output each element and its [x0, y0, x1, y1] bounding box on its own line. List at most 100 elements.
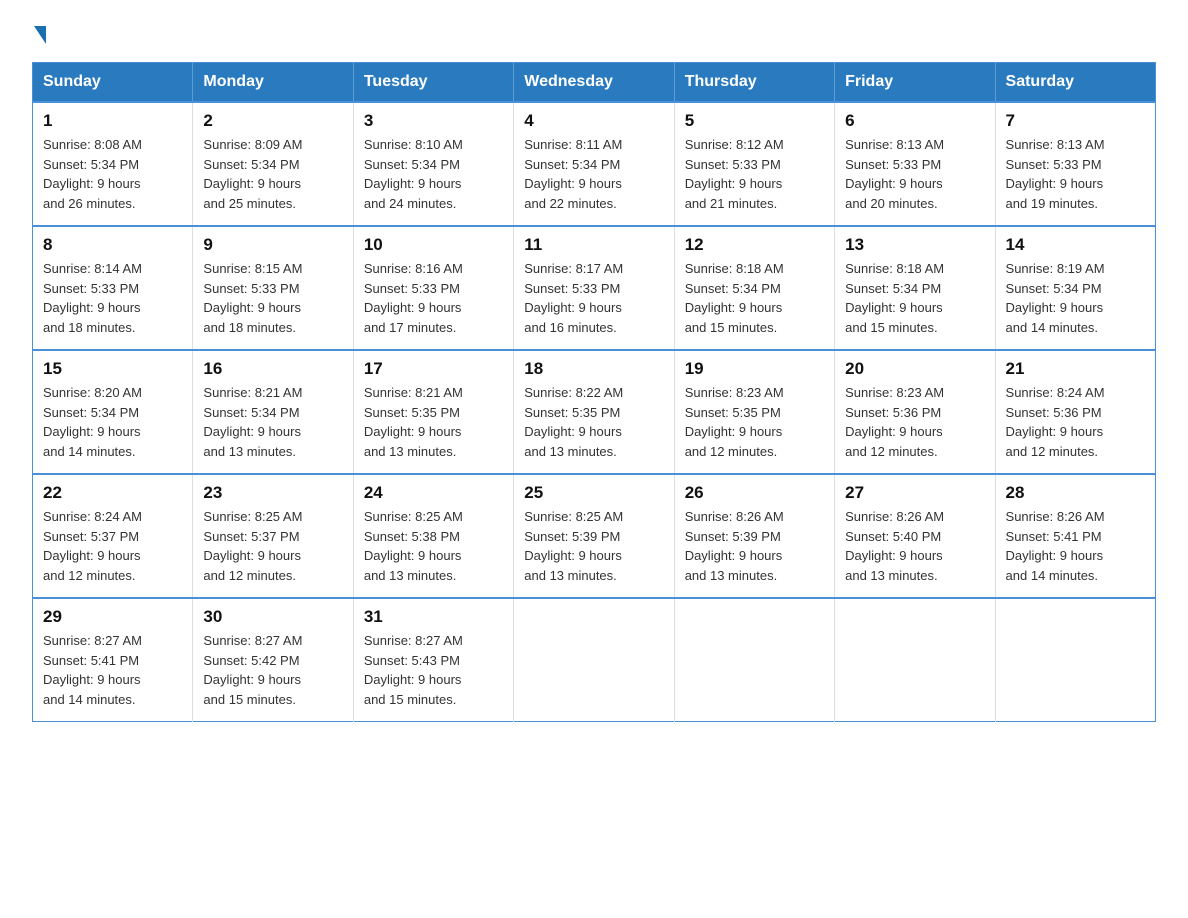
day-number: 25: [524, 483, 663, 503]
day-number: 11: [524, 235, 663, 255]
day-info: Sunrise: 8:21 AMSunset: 5:35 PMDaylight:…: [364, 383, 503, 461]
calendar-cell: 4 Sunrise: 8:11 AMSunset: 5:34 PMDaylight…: [514, 102, 674, 226]
day-info: Sunrise: 8:12 AMSunset: 5:33 PMDaylight:…: [685, 135, 824, 213]
day-number: 16: [203, 359, 342, 379]
day-number: 8: [43, 235, 182, 255]
day-number: 29: [43, 607, 182, 627]
day-info: Sunrise: 8:27 AMSunset: 5:42 PMDaylight:…: [203, 631, 342, 709]
logo: [32, 24, 48, 42]
day-number: 22: [43, 483, 182, 503]
day-info: Sunrise: 8:13 AMSunset: 5:33 PMDaylight:…: [845, 135, 984, 213]
day-number: 4: [524, 111, 663, 131]
day-number: 21: [1006, 359, 1145, 379]
day-info: Sunrise: 8:27 AMSunset: 5:43 PMDaylight:…: [364, 631, 503, 709]
calendar-cell: 9 Sunrise: 8:15 AMSunset: 5:33 PMDaylight…: [193, 226, 353, 350]
calendar-table: SundayMondayTuesdayWednesdayThursdayFrid…: [32, 62, 1156, 722]
day-info: Sunrise: 8:25 AMSunset: 5:37 PMDaylight:…: [203, 507, 342, 585]
calendar-weekday-monday: Monday: [193, 63, 353, 103]
calendar-cell: [835, 598, 995, 722]
calendar-weekday-friday: Friday: [835, 63, 995, 103]
day-info: Sunrise: 8:25 AMSunset: 5:38 PMDaylight:…: [364, 507, 503, 585]
calendar-cell: 21 Sunrise: 8:24 AMSunset: 5:36 PMDayligh…: [995, 350, 1155, 474]
calendar-weekday-thursday: Thursday: [674, 63, 834, 103]
calendar-cell: 1 Sunrise: 8:08 AMSunset: 5:34 PMDaylight…: [33, 102, 193, 226]
calendar-cell: 8 Sunrise: 8:14 AMSunset: 5:33 PMDaylight…: [33, 226, 193, 350]
calendar-cell: 26 Sunrise: 8:26 AMSunset: 5:39 PMDayligh…: [674, 474, 834, 598]
day-info: Sunrise: 8:17 AMSunset: 5:33 PMDaylight:…: [524, 259, 663, 337]
calendar-week-row: 8 Sunrise: 8:14 AMSunset: 5:33 PMDaylight…: [33, 226, 1156, 350]
calendar-cell: [674, 598, 834, 722]
day-info: Sunrise: 8:27 AMSunset: 5:41 PMDaylight:…: [43, 631, 182, 709]
calendar-cell: 24 Sunrise: 8:25 AMSunset: 5:38 PMDayligh…: [353, 474, 513, 598]
day-number: 1: [43, 111, 182, 131]
day-info: Sunrise: 8:09 AMSunset: 5:34 PMDaylight:…: [203, 135, 342, 213]
day-number: 3: [364, 111, 503, 131]
day-info: Sunrise: 8:14 AMSunset: 5:33 PMDaylight:…: [43, 259, 182, 337]
day-number: 5: [685, 111, 824, 131]
day-info: Sunrise: 8:13 AMSunset: 5:33 PMDaylight:…: [1006, 135, 1145, 213]
day-number: 23: [203, 483, 342, 503]
day-number: 10: [364, 235, 503, 255]
day-number: 9: [203, 235, 342, 255]
calendar-cell: 11 Sunrise: 8:17 AMSunset: 5:33 PMDayligh…: [514, 226, 674, 350]
calendar-cell: 19 Sunrise: 8:23 AMSunset: 5:35 PMDayligh…: [674, 350, 834, 474]
day-info: Sunrise: 8:26 AMSunset: 5:39 PMDaylight:…: [685, 507, 824, 585]
day-number: 6: [845, 111, 984, 131]
day-number: 7: [1006, 111, 1145, 131]
day-info: Sunrise: 8:15 AMSunset: 5:33 PMDaylight:…: [203, 259, 342, 337]
day-info: Sunrise: 8:24 AMSunset: 5:36 PMDaylight:…: [1006, 383, 1145, 461]
day-info: Sunrise: 8:11 AMSunset: 5:34 PMDaylight:…: [524, 135, 663, 213]
calendar-week-row: 22 Sunrise: 8:24 AMSunset: 5:37 PMDayligh…: [33, 474, 1156, 598]
calendar-cell: 3Sunrise: 8:10 AMSunset: 5:34 PMDaylight…: [353, 102, 513, 226]
day-info: Sunrise: 8:20 AMSunset: 5:34 PMDaylight:…: [43, 383, 182, 461]
day-number: 15: [43, 359, 182, 379]
day-number: 31: [364, 607, 503, 627]
calendar-cell: 25 Sunrise: 8:25 AMSunset: 5:39 PMDayligh…: [514, 474, 674, 598]
day-number: 14: [1006, 235, 1145, 255]
page-header: [32, 24, 1156, 42]
calendar-cell: 5 Sunrise: 8:12 AMSunset: 5:33 PMDaylight…: [674, 102, 834, 226]
day-info: Sunrise: 8:19 AMSunset: 5:34 PMDaylight:…: [1006, 259, 1145, 337]
day-info: Sunrise: 8:08 AMSunset: 5:34 PMDaylight:…: [43, 135, 182, 213]
day-number: 17: [364, 359, 503, 379]
calendar-cell: 7 Sunrise: 8:13 AMSunset: 5:33 PMDaylight…: [995, 102, 1155, 226]
calendar-cell: 10Sunrise: 8:16 AMSunset: 5:33 PMDayligh…: [353, 226, 513, 350]
calendar-week-row: 29 Sunrise: 8:27 AMSunset: 5:41 PMDayligh…: [33, 598, 1156, 722]
calendar-cell: 16Sunrise: 8:21 AMSunset: 5:34 PMDayligh…: [193, 350, 353, 474]
day-info: Sunrise: 8:23 AMSunset: 5:35 PMDaylight:…: [685, 383, 824, 461]
calendar-cell: 20Sunrise: 8:23 AMSunset: 5:36 PMDayligh…: [835, 350, 995, 474]
calendar-cell: 13 Sunrise: 8:18 AMSunset: 5:34 PMDayligh…: [835, 226, 995, 350]
calendar-cell: 22 Sunrise: 8:24 AMSunset: 5:37 PMDayligh…: [33, 474, 193, 598]
day-info: Sunrise: 8:26 AMSunset: 5:41 PMDaylight:…: [1006, 507, 1145, 585]
calendar-cell: 18Sunrise: 8:22 AMSunset: 5:35 PMDayligh…: [514, 350, 674, 474]
calendar-cell: 6 Sunrise: 8:13 AMSunset: 5:33 PMDaylight…: [835, 102, 995, 226]
day-info: Sunrise: 8:26 AMSunset: 5:40 PMDaylight:…: [845, 507, 984, 585]
calendar-weekday-saturday: Saturday: [995, 63, 1155, 103]
day-number: 13: [845, 235, 984, 255]
calendar-cell: 17 Sunrise: 8:21 AMSunset: 5:35 PMDayligh…: [353, 350, 513, 474]
calendar-weekday-tuesday: Tuesday: [353, 63, 513, 103]
calendar-weekday-wednesday: Wednesday: [514, 63, 674, 103]
calendar-cell: [514, 598, 674, 722]
calendar-header-row: SundayMondayTuesdayWednesdayThursdayFrid…: [33, 63, 1156, 103]
day-number: 19: [685, 359, 824, 379]
calendar-cell: 31 Sunrise: 8:27 AMSunset: 5:43 PMDayligh…: [353, 598, 513, 722]
day-info: Sunrise: 8:18 AMSunset: 5:34 PMDaylight:…: [685, 259, 824, 337]
day-number: 12: [685, 235, 824, 255]
calendar-cell: 2Sunrise: 8:09 AMSunset: 5:34 PMDaylight…: [193, 102, 353, 226]
day-info: Sunrise: 8:23 AMSunset: 5:36 PMDaylight:…: [845, 383, 984, 461]
calendar-cell: 15 Sunrise: 8:20 AMSunset: 5:34 PMDayligh…: [33, 350, 193, 474]
calendar-cell: 29 Sunrise: 8:27 AMSunset: 5:41 PMDayligh…: [33, 598, 193, 722]
calendar-weekday-sunday: Sunday: [33, 63, 193, 103]
calendar-week-row: 1 Sunrise: 8:08 AMSunset: 5:34 PMDaylight…: [33, 102, 1156, 226]
calendar-cell: 27Sunrise: 8:26 AMSunset: 5:40 PMDayligh…: [835, 474, 995, 598]
calendar-cell: 30Sunrise: 8:27 AMSunset: 5:42 PMDayligh…: [193, 598, 353, 722]
day-info: Sunrise: 8:18 AMSunset: 5:34 PMDaylight:…: [845, 259, 984, 337]
day-number: 24: [364, 483, 503, 503]
calendar-week-row: 15 Sunrise: 8:20 AMSunset: 5:34 PMDayligh…: [33, 350, 1156, 474]
day-info: Sunrise: 8:25 AMSunset: 5:39 PMDaylight:…: [524, 507, 663, 585]
day-info: Sunrise: 8:24 AMSunset: 5:37 PMDaylight:…: [43, 507, 182, 585]
day-number: 26: [685, 483, 824, 503]
calendar-cell: 14 Sunrise: 8:19 AMSunset: 5:34 PMDayligh…: [995, 226, 1155, 350]
calendar-cell: 12 Sunrise: 8:18 AMSunset: 5:34 PMDayligh…: [674, 226, 834, 350]
